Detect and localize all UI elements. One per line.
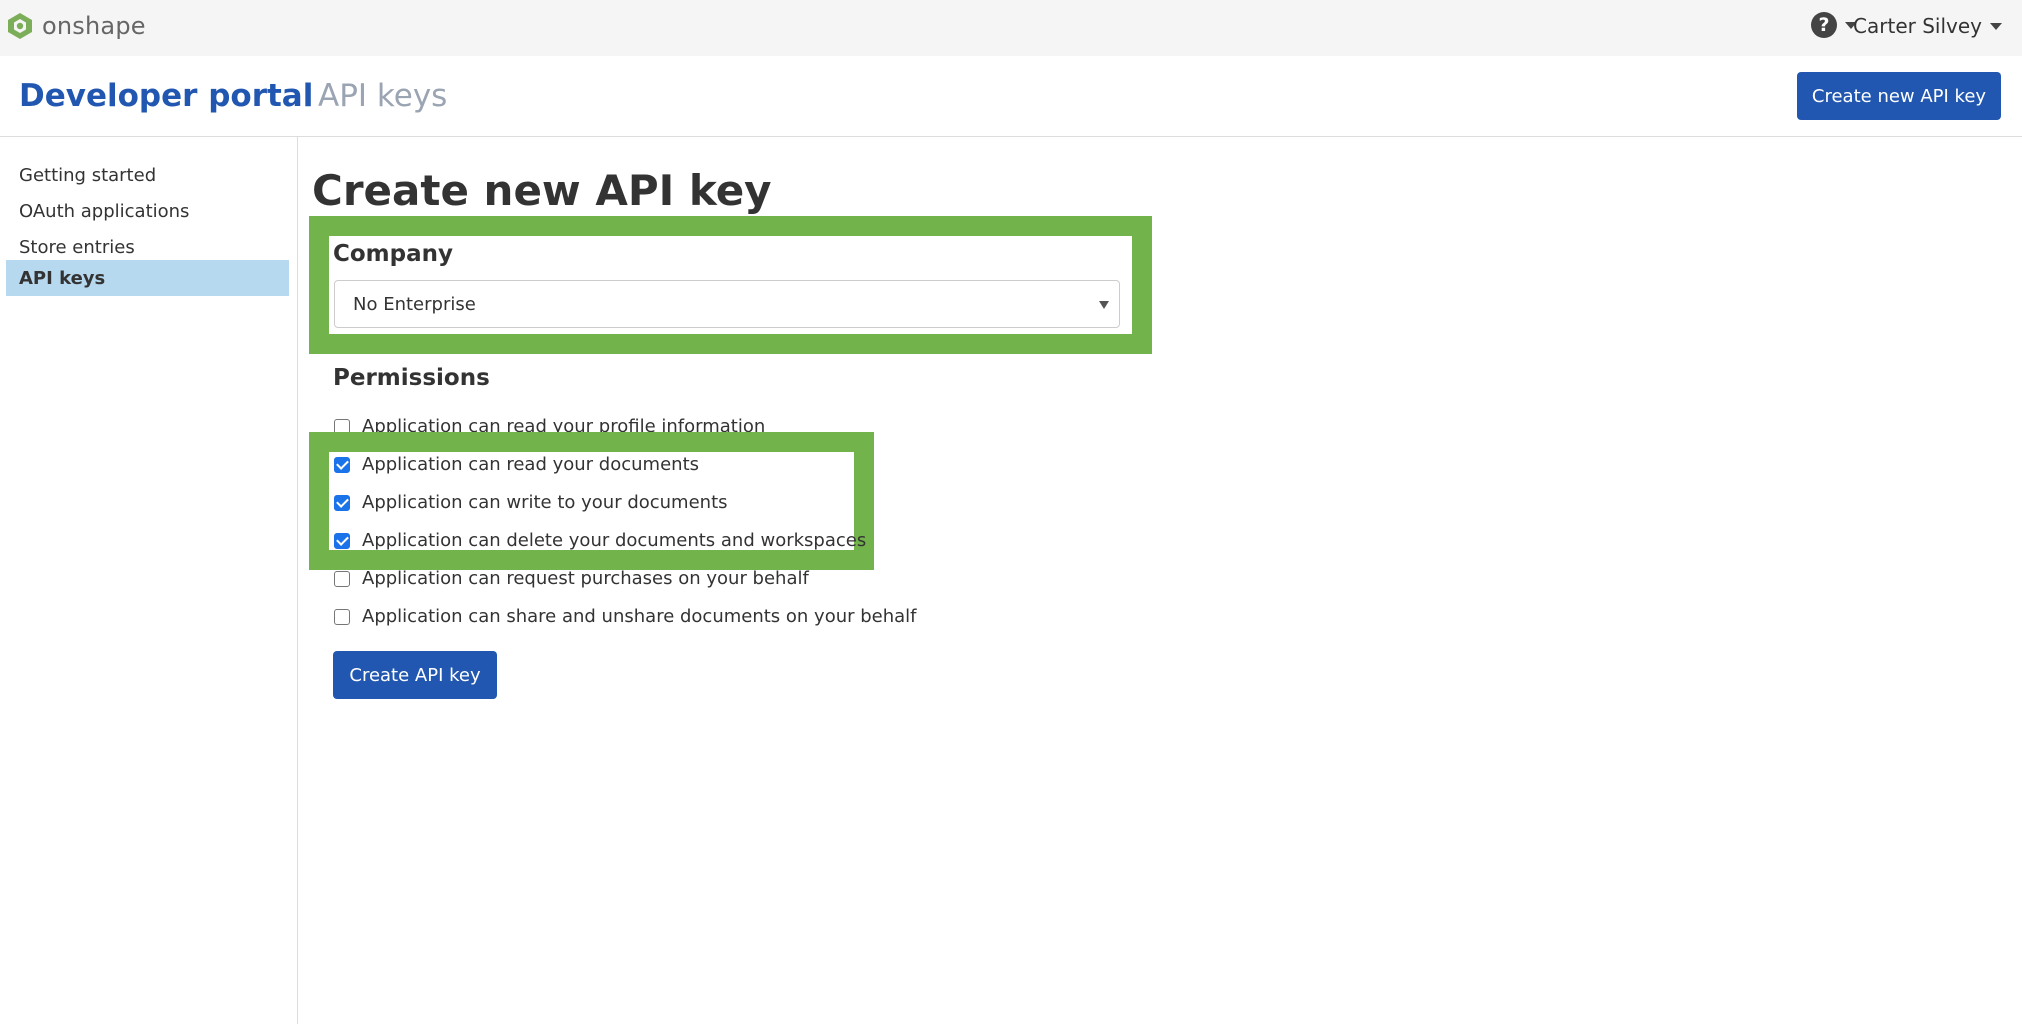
- sidebar-item-getting-started[interactable]: Getting started: [6, 157, 289, 193]
- create-api-key-button[interactable]: Create API key: [333, 651, 497, 699]
- permission-label: Application can request purchases on you…: [362, 568, 809, 589]
- portal-title[interactable]: Developer portal: [19, 78, 313, 114]
- breadcrumb: API keys: [318, 78, 448, 114]
- question-circle-icon: ?: [1811, 12, 1837, 38]
- sidebar-item-oauth-applications[interactable]: OAuth applications: [6, 193, 289, 229]
- permission-checkbox[interactable]: [334, 532, 350, 549]
- permission-label: Application can write to your documents: [362, 492, 728, 513]
- chevron-down-icon: [1990, 22, 2002, 30]
- user-menu[interactable]: Carter Silvey: [1853, 14, 2002, 38]
- permissions-label: Permissions: [333, 365, 490, 391]
- user-name: Carter Silvey: [1853, 14, 1982, 38]
- create-new-api-key-button[interactable]: Create new API key: [1797, 72, 2001, 120]
- permission-label: Application can delete your documents an…: [362, 530, 867, 551]
- permission-checkbox[interactable]: [334, 608, 350, 625]
- permission-checkbox[interactable]: [334, 456, 350, 473]
- help-menu[interactable]: ?: [1811, 12, 1857, 38]
- permission-request-purchases[interactable]: Application can request purchases on you…: [334, 568, 809, 589]
- company-label: Company: [333, 241, 453, 267]
- sidebar: Getting started OAuth applications Store…: [0, 137, 298, 1024]
- permission-checkbox[interactable]: [334, 570, 350, 587]
- dropdown-arrow-icon: [1099, 301, 1109, 309]
- company-select[interactable]: No Enterprise: [334, 280, 1120, 328]
- top-bar: onshape ? Carter Silvey: [0, 0, 2022, 56]
- onshape-logo-icon: [8, 13, 32, 39]
- permission-share-documents[interactable]: Application can share and unshare docume…: [334, 606, 917, 627]
- company-select-value: No Enterprise: [353, 294, 476, 315]
- permission-write-documents[interactable]: Application can write to your documents: [334, 492, 728, 513]
- page-header: Developer portal API keys Create new API…: [0, 56, 2022, 137]
- permission-label: Application can share and unshare docume…: [362, 606, 917, 627]
- page-title: Create new API key: [312, 166, 772, 215]
- permission-delete-documents[interactable]: Application can delete your documents an…: [334, 530, 866, 551]
- permission-label: Application can read your documents: [362, 454, 699, 475]
- sidebar-item-api-keys[interactable]: API keys: [6, 260, 289, 296]
- brand-name: onshape: [42, 12, 146, 40]
- permission-checkbox[interactable]: [334, 494, 350, 511]
- permission-read-documents[interactable]: Application can read your documents: [334, 454, 699, 475]
- onshape-logo[interactable]: onshape: [6, 12, 146, 40]
